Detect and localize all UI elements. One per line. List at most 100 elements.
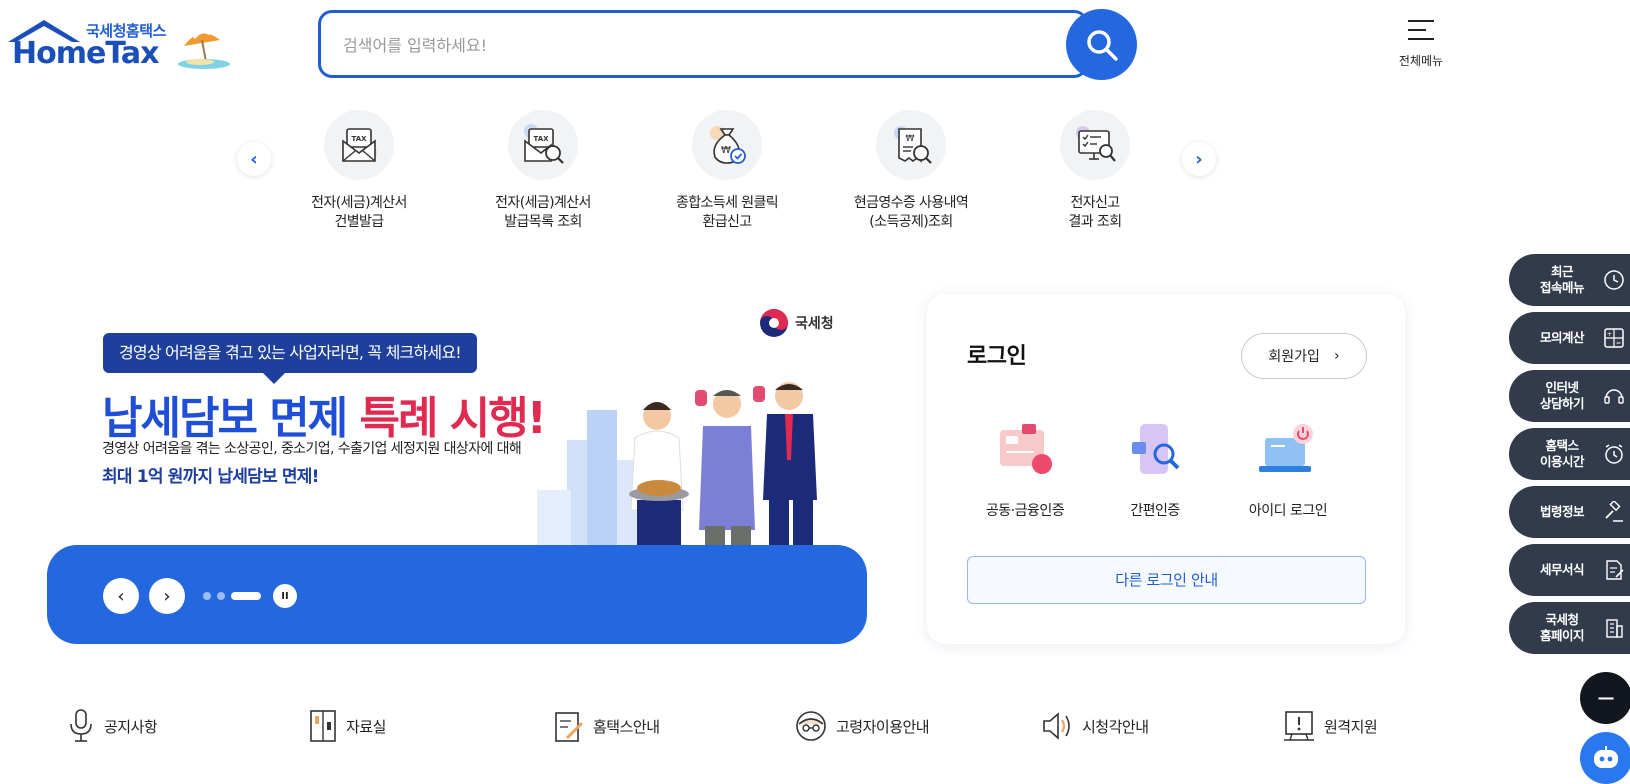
- main-banner[interactable]: 국세청 경영상 어려움을 겪고 있는 사업자라면, 꼭 체크하세요! 납세담보 …: [47, 290, 867, 644]
- banner-highlight: 최대 1억 원까지 납세담보 면제!: [102, 467, 319, 487]
- side-menu-label: 법령정보: [1539, 504, 1585, 519]
- document-edit-icon: [1606, 560, 1624, 580]
- bottom-menu-remote[interactable]: 원격지원: [1282, 706, 1378, 746]
- side-menu-consult[interactable]: 인터넷 상담하기: [1509, 370, 1630, 422]
- bottom-menu-archive[interactable]: 자료실: [308, 706, 386, 746]
- bottom-menu-label: 공지사항: [104, 717, 158, 736]
- bottom-menu-guide[interactable]: 홈택스안내: [553, 706, 660, 746]
- login-option-label: 간편인증: [1130, 503, 1180, 519]
- quick-menu-item-cash-receipt[interactable]: ₩ 현금영수증 사용내역 (소득공제)조회: [821, 110, 1001, 232]
- bottom-menu-label: 고령자이용안내: [836, 717, 930, 736]
- bottom-menu-notice[interactable]: 공지사항: [66, 706, 158, 746]
- nts-emblem-icon: [760, 309, 788, 337]
- quick-menu-label: 종합소득세 원클릭 환급신고: [675, 195, 779, 230]
- headset-icon: [1604, 389, 1624, 404]
- headline-red: 특례 시행!: [359, 393, 547, 444]
- quick-menu-label: 전자신고 결과 조회: [1068, 195, 1123, 230]
- banner-headline: 납세담보 면제 특례 시행!: [102, 382, 547, 446]
- banner-dot[interactable]: [203, 592, 211, 600]
- banner-description: 경영상 어려움을 겪는 소상공인, 중소기업, 수출기업 세정지원 대상자에 대…: [102, 441, 522, 457]
- microphone-icon: [70, 709, 92, 742]
- svg-text:TAX: TAX: [351, 135, 367, 143]
- quick-menu-label: 전자(세금)계산서 건별발급: [311, 195, 407, 230]
- login-card: 로그인 회원가입 › 공동·금융인증 간편인증 아이디 로그인 다른 로그인 안…: [927, 294, 1405, 644]
- banner-next-button[interactable]: ›: [149, 578, 185, 614]
- side-menu-law[interactable]: 법령정보: [1509, 486, 1630, 538]
- login-option-id-login[interactable]: 아이디 로그인: [1223, 420, 1353, 520]
- quick-menu-item-invoice-list[interactable]: TAX 전자(세금)계산서 발급목록 조회: [453, 110, 633, 232]
- chevron-left-icon: ‹: [117, 585, 125, 607]
- clock-icon: [1604, 270, 1624, 290]
- banner-pill: 경영상 어려움을 겪고 있는 사업자라면, 꼭 체크하세요!: [103, 333, 477, 373]
- nts-label: 국세청: [795, 316, 834, 332]
- side-menu-nts-home[interactable]: 국세청 홈페이지: [1509, 602, 1630, 654]
- headline-blue: 납세담보 면제: [102, 393, 348, 444]
- search-icon: [1086, 29, 1118, 61]
- quick-menu-next-button[interactable]: ›: [1182, 142, 1216, 176]
- chatbot-button[interactable]: [1580, 732, 1630, 784]
- login-option-certificate[interactable]: 공동·금융인증: [960, 420, 1090, 520]
- side-menu-calculator[interactable]: 모의계산 + =: [1509, 312, 1630, 364]
- other-login-button[interactable]: 다른 로그인 안내: [967, 556, 1366, 604]
- bottom-menu-label: 원격지원: [1324, 717, 1378, 736]
- search-box: [318, 10, 1088, 78]
- search-button[interactable]: [1066, 9, 1137, 80]
- collapse-side-menu-button[interactable]: −: [1580, 672, 1630, 724]
- svg-text:=: =: [1616, 340, 1621, 347]
- bottom-menu-label: 시청각안내: [1082, 717, 1149, 736]
- pause-icon: II: [281, 590, 289, 602]
- archive-icon: [310, 710, 336, 742]
- quick-menu-item-income-tax-refund[interactable]: ₩ 종합소득세 원클릭 환급신고: [637, 110, 817, 232]
- speaker-icon: [1043, 712, 1070, 740]
- bottom-menu-elderly[interactable]: 고령자이용안내: [794, 706, 930, 746]
- quick-menu-prev-button[interactable]: ‹: [237, 142, 271, 176]
- svg-text:₩: ₩: [721, 145, 731, 156]
- side-menu-label: 홈택스 이용시간: [1539, 438, 1585, 469]
- side-menu-hours[interactable]: 홈택스 이용시간: [1509, 428, 1630, 480]
- side-menu-label: 국세청 홈페이지: [1539, 612, 1585, 643]
- chevron-left-icon: ‹: [250, 148, 258, 170]
- hamburger-icon: [1408, 20, 1434, 40]
- side-menu-forms[interactable]: 세무서식: [1509, 544, 1630, 596]
- banner-pause-button[interactable]: II: [273, 584, 297, 608]
- bottom-menu-label: 자료실: [346, 717, 386, 736]
- banner-dot[interactable]: [217, 592, 225, 600]
- svg-text:TAX: TAX: [533, 135, 549, 143]
- minus-icon: −: [1595, 684, 1617, 712]
- side-menu-label: 인터넷 상담하기: [1539, 380, 1585, 411]
- side-menu-label: 최근 접속메뉴: [1539, 264, 1585, 295]
- bottom-menu-label: 홈택스안내: [593, 717, 660, 736]
- logo-title: HomeTax: [12, 36, 160, 71]
- all-menu-label: 전체메뉴: [1398, 54, 1444, 68]
- search-input[interactable]: [343, 31, 1023, 59]
- elderly-icon: [796, 711, 826, 741]
- quick-menu-label: 전자(세금)계산서 발급목록 조회: [495, 195, 591, 230]
- tax-envelope-icon: TAX: [342, 128, 377, 162]
- banner-prev-button[interactable]: ‹: [103, 578, 139, 614]
- svg-text:₩: ₩: [906, 134, 915, 144]
- login-option-simple-auth[interactable]: 간편인증: [1090, 420, 1220, 520]
- tax-search-icon: TAX: [524, 124, 564, 164]
- all-menu-button[interactable]: 전체메뉴: [1388, 20, 1454, 72]
- hometax-logo[interactable]: 국세청홈택스 HomeTax: [6, 18, 236, 78]
- bottom-menu-audiovisual[interactable]: 시청각안내: [1040, 706, 1149, 746]
- quick-menu-label: 현금영수증 사용내역 (소득공제)조회: [853, 195, 969, 230]
- quick-menu-item-invoice-issue[interactable]: TAX 전자(세금)계산서 건별발급: [269, 110, 449, 232]
- chevron-right-icon: ›: [1195, 148, 1203, 170]
- gavel-icon: [1605, 501, 1623, 522]
- chevron-right-icon: ›: [1333, 348, 1340, 364]
- join-button[interactable]: 회원가입 ›: [1241, 333, 1367, 379]
- chatbot-icon: [1594, 746, 1618, 768]
- side-menu-label: 세무서식: [1539, 562, 1585, 577]
- svg-text:+: +: [1607, 331, 1612, 338]
- refund-bag-icon: ₩: [710, 126, 746, 164]
- banner-dot-active[interactable]: [231, 592, 261, 600]
- login-option-label: 아이디 로그인: [1248, 503, 1328, 519]
- side-menu-recent[interactable]: 최근 접속메뉴: [1509, 254, 1630, 306]
- simple-auth-icon: [1132, 424, 1180, 474]
- join-label: 회원가입: [1268, 349, 1320, 365]
- building-icon: [1606, 619, 1623, 638]
- receipt-search-icon: ₩: [894, 126, 932, 164]
- beach-umbrella-icon: [178, 30, 230, 69]
- quick-menu-item-e-filing-result[interactable]: 전자신고 결과 조회: [1005, 110, 1185, 232]
